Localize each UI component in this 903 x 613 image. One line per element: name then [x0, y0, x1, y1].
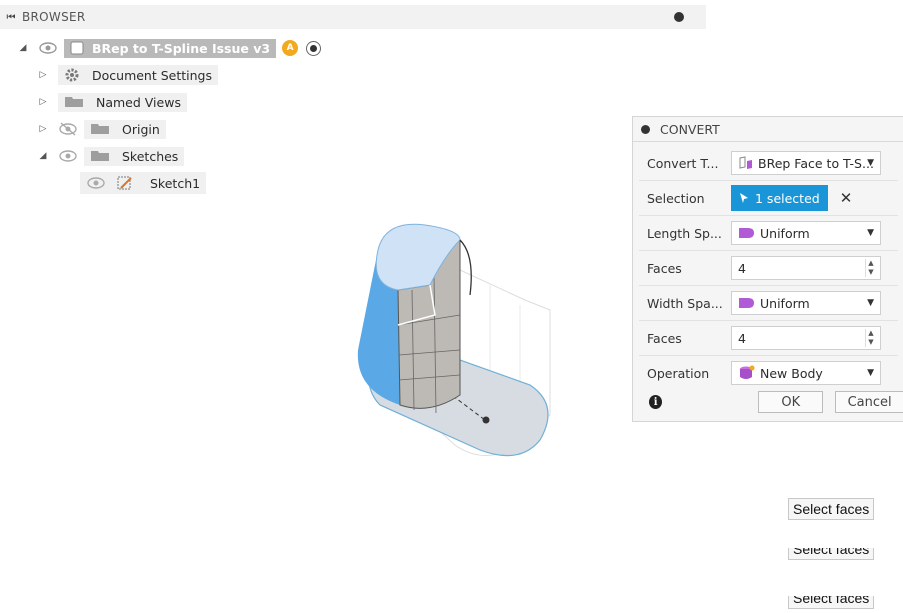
chevron-down-icon: ▼ [867, 368, 874, 378]
expand-triangle-icon[interactable]: ▷ [38, 97, 48, 107]
tree-root[interactable]: ◢ BRep to T-Spline Issue v3 A [18, 38, 322, 58]
visibility-eye-icon[interactable] [58, 149, 78, 163]
stepper-arrows-icon[interactable]: ▲ ▼ [865, 259, 876, 277]
select-faces-tooltip: Select faces [788, 596, 875, 609]
node-box[interactable]: Origin [84, 119, 166, 139]
row-label: Faces [647, 330, 682, 346]
operation-dropdown[interactable]: New Body ▼ [731, 361, 881, 385]
root-node-label: BRep to T-Spline Issue v3 [92, 40, 271, 56]
gear-icon [65, 68, 79, 82]
uniform-spacing-icon [739, 298, 754, 308]
convert-type-dropdown[interactable]: BRep Face to T-S... ▼ [731, 151, 881, 175]
hidden-eye-icon[interactable] [58, 122, 78, 136]
length-faces-stepper[interactable]: 4 ▲ ▼ [731, 256, 881, 280]
selection-count: 1 selected [755, 190, 820, 206]
row-label: Operation [647, 365, 710, 381]
info-icon[interactable]: i [649, 395, 663, 409]
tree-item-label: Sketches [122, 148, 179, 164]
dropdown-value: New Body [760, 365, 823, 381]
dialog-title: CONVERT [660, 121, 720, 137]
new-body-icon [740, 365, 755, 379]
folder-icon [91, 151, 109, 161]
convert-dialog-header[interactable]: CONVERT [633, 117, 903, 142]
row-label: Width Spa... [647, 295, 723, 311]
chevron-down-icon: ▼ [867, 298, 874, 308]
component-icon [70, 41, 84, 55]
node-box[interactable]: Named Views [58, 92, 187, 112]
convert-type-row: Convert T... BRep Face to T-S... ▼ [639, 146, 898, 181]
select-faces-tooltip: Select faces [788, 498, 875, 520]
visibility-eye-icon[interactable] [86, 176, 106, 190]
selection-button[interactable]: 1 selected [731, 185, 828, 211]
tree-item-label: Document Settings [92, 67, 213, 83]
expand-triangle-icon[interactable]: ▷ [38, 124, 48, 134]
brep-to-tspline-icon [739, 156, 752, 169]
length-spacing-dropdown[interactable]: Uniform ▼ [731, 221, 881, 245]
tree-item-sketches[interactable]: ◢ Sketches [38, 146, 185, 166]
browser-header: ⏮ BROWSER [0, 5, 706, 29]
folder-icon [65, 97, 83, 107]
stepper-value: 4 [738, 330, 746, 346]
dropdown-value: BRep Face to T-S... [758, 155, 874, 171]
browser-title: BROWSER [22, 10, 86, 24]
folder-icon [91, 124, 109, 134]
stepper-arrows-icon[interactable]: ▲ ▼ [865, 329, 876, 347]
visibility-eye-icon[interactable] [38, 41, 58, 55]
tree-item-named-views[interactable]: ▷ Named Views [38, 92, 187, 112]
dropdown-value: Uniform [760, 295, 810, 311]
tree-item-label: Sketch1 [150, 175, 201, 191]
expand-triangle-icon[interactable]: ▷ [38, 70, 48, 80]
tree-item-origin[interactable]: ▷ Origin [38, 119, 166, 139]
activate-radio-icon[interactable] [306, 40, 322, 56]
collapse-triangle-icon[interactable]: ◢ [38, 151, 48, 161]
ok-button[interactable]: OK [758, 391, 824, 413]
width-spacing-dropdown[interactable]: Uniform ▼ [731, 291, 881, 315]
tree-item-label: Origin [122, 121, 160, 137]
expand-triangle-icon[interactable]: ◢ [18, 43, 28, 53]
select-faces-tooltip: Select faces [788, 548, 875, 560]
clear-selection-icon[interactable]: ✕ [840, 189, 853, 207]
length-faces-row: Faces 4 ▲ ▼ [639, 251, 898, 286]
row-label: Selection [647, 190, 705, 206]
row-label: Convert T... [647, 155, 719, 171]
node-box[interactable]: Sketch1 [80, 172, 207, 194]
cancel-button[interactable]: Cancel [835, 391, 903, 413]
dropdown-value: Uniform [760, 225, 810, 241]
length-spacing-row: Length Sp... Uniform ▼ [639, 216, 898, 251]
tree-item-document-settings[interactable]: ▷ Document Settings [38, 65, 219, 85]
row-label: Faces [647, 260, 682, 276]
tooltip-clip: Select faces [786, 596, 882, 610]
convert-dialog: CONVERT Convert T... BRep Face to T-S...… [632, 116, 903, 422]
center-point [482, 416, 490, 424]
width-faces-stepper[interactable]: 4 ▲ ▼ [731, 326, 881, 350]
selection-row: Selection 1 selected ✕ [639, 181, 898, 216]
row-label: Length Sp... [647, 225, 722, 241]
cursor-arrow-icon [740, 193, 748, 203]
pin-icon[interactable] [674, 12, 684, 22]
tooltip-clip: Select faces [786, 548, 882, 564]
width-spacing-row: Width Spa... Uniform ▼ [639, 286, 898, 321]
tree-item-sketch1[interactable]: Sketch1 [80, 172, 207, 194]
dialog-footer: i OK Cancel [633, 383, 903, 421]
uniform-spacing-icon [739, 228, 754, 238]
width-faces-row: Faces 4 ▲ ▼ [639, 321, 898, 356]
root-node-box[interactable]: BRep to T-Spline Issue v3 [64, 38, 277, 58]
node-box[interactable]: Document Settings [58, 65, 219, 85]
stepper-value: 4 [738, 260, 746, 276]
tree-item-label: Named Views [96, 94, 181, 110]
user-avatar-badge: A [282, 40, 299, 56]
node-box[interactable]: Sketches [84, 146, 185, 166]
collapse-browser-icon[interactable]: ⏮ [0, 12, 22, 23]
model-viewport[interactable] [330, 215, 570, 465]
chevron-down-icon: ▼ [867, 158, 874, 168]
sketch-icon [117, 176, 132, 190]
dialog-pin-icon[interactable] [641, 124, 650, 134]
chevron-down-icon: ▼ [867, 228, 874, 238]
